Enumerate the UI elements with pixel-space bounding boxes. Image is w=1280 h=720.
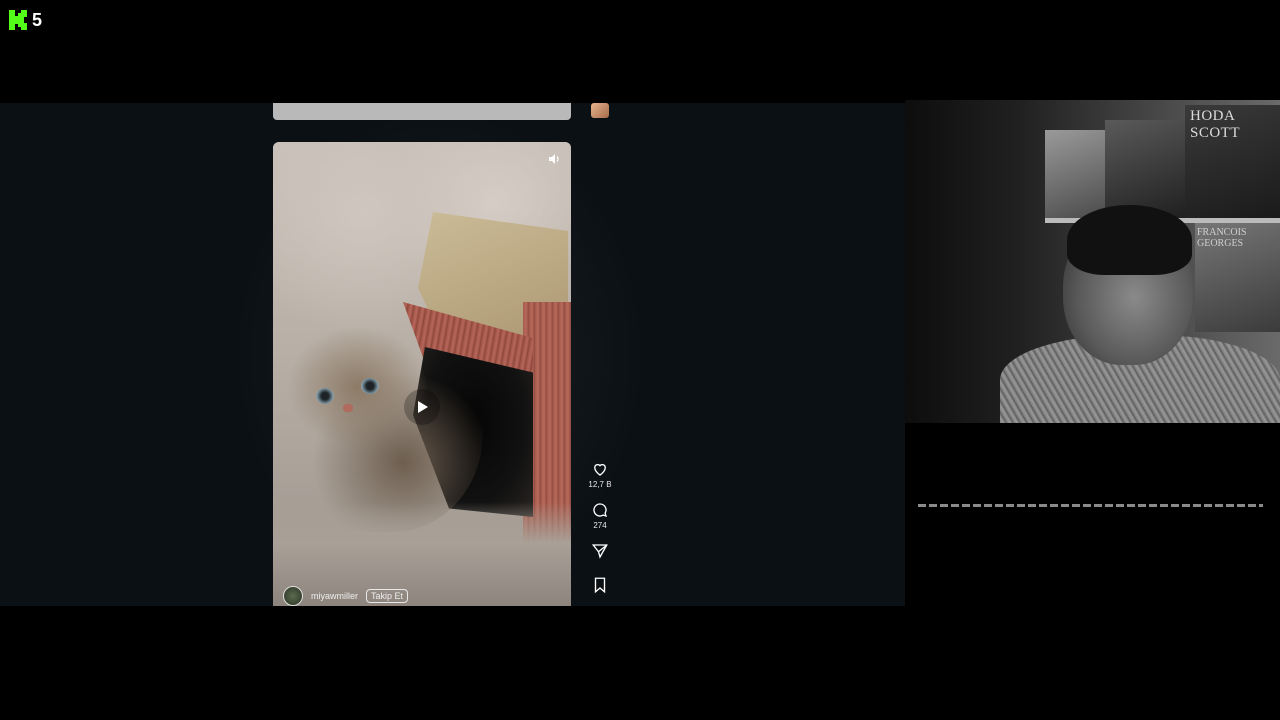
kitten-eye-left — [316, 388, 334, 404]
heart-icon — [594, 463, 606, 476]
poster-title: FRANCOIS GEORGES — [1197, 227, 1247, 249]
streamer-hair — [1067, 205, 1192, 275]
kitten-eye-right — [361, 378, 379, 394]
save-button[interactable] — [591, 576, 609, 594]
previous-reel-thumbnail[interactable] — [273, 103, 571, 120]
author-name[interactable]: miyawmiller — [311, 591, 358, 601]
poster-title: HODA SCOTT — [1190, 108, 1241, 141]
send-icon — [591, 544, 608, 559]
reel-video[interactable]: miyawmiller Takip Et — [273, 142, 571, 606]
like-button[interactable]: 12,7 B — [588, 460, 612, 489]
comment-button[interactable]: 274 — [591, 501, 609, 530]
kick-number: 5 — [32, 9, 43, 30]
play-button[interactable] — [404, 389, 440, 425]
screen-share: miyawmiller Takip Et 12,7 B 274 — [0, 103, 905, 606]
kick-k-icon — [9, 10, 27, 30]
reel-actions: 12,7 B 274 — [583, 460, 617, 594]
webcam-feed: HODA SCOTT FRANCOIS GEORGES — [905, 100, 1280, 423]
kitten-nose — [343, 404, 353, 412]
wall-poster — [1045, 130, 1105, 220]
kick-logo: 5 — [8, 9, 42, 31]
speaker-icon[interactable] — [547, 152, 561, 166]
share-button[interactable] — [591, 542, 609, 560]
like-count: 12,7 B — [588, 480, 612, 489]
play-icon — [418, 401, 428, 413]
reel-kitten — [283, 312, 483, 532]
audio-level-bar — [918, 504, 1263, 507]
previous-reel-avatar[interactable] — [591, 103, 609, 118]
follow-button[interactable]: Takip Et — [366, 589, 409, 603]
bookmark-icon — [594, 577, 606, 594]
comment-icon — [593, 503, 608, 518]
author-avatar[interactable] — [283, 586, 303, 606]
reel-footer: miyawmiller Takip Et — [283, 586, 409, 606]
comment-count: 274 — [593, 521, 607, 530]
